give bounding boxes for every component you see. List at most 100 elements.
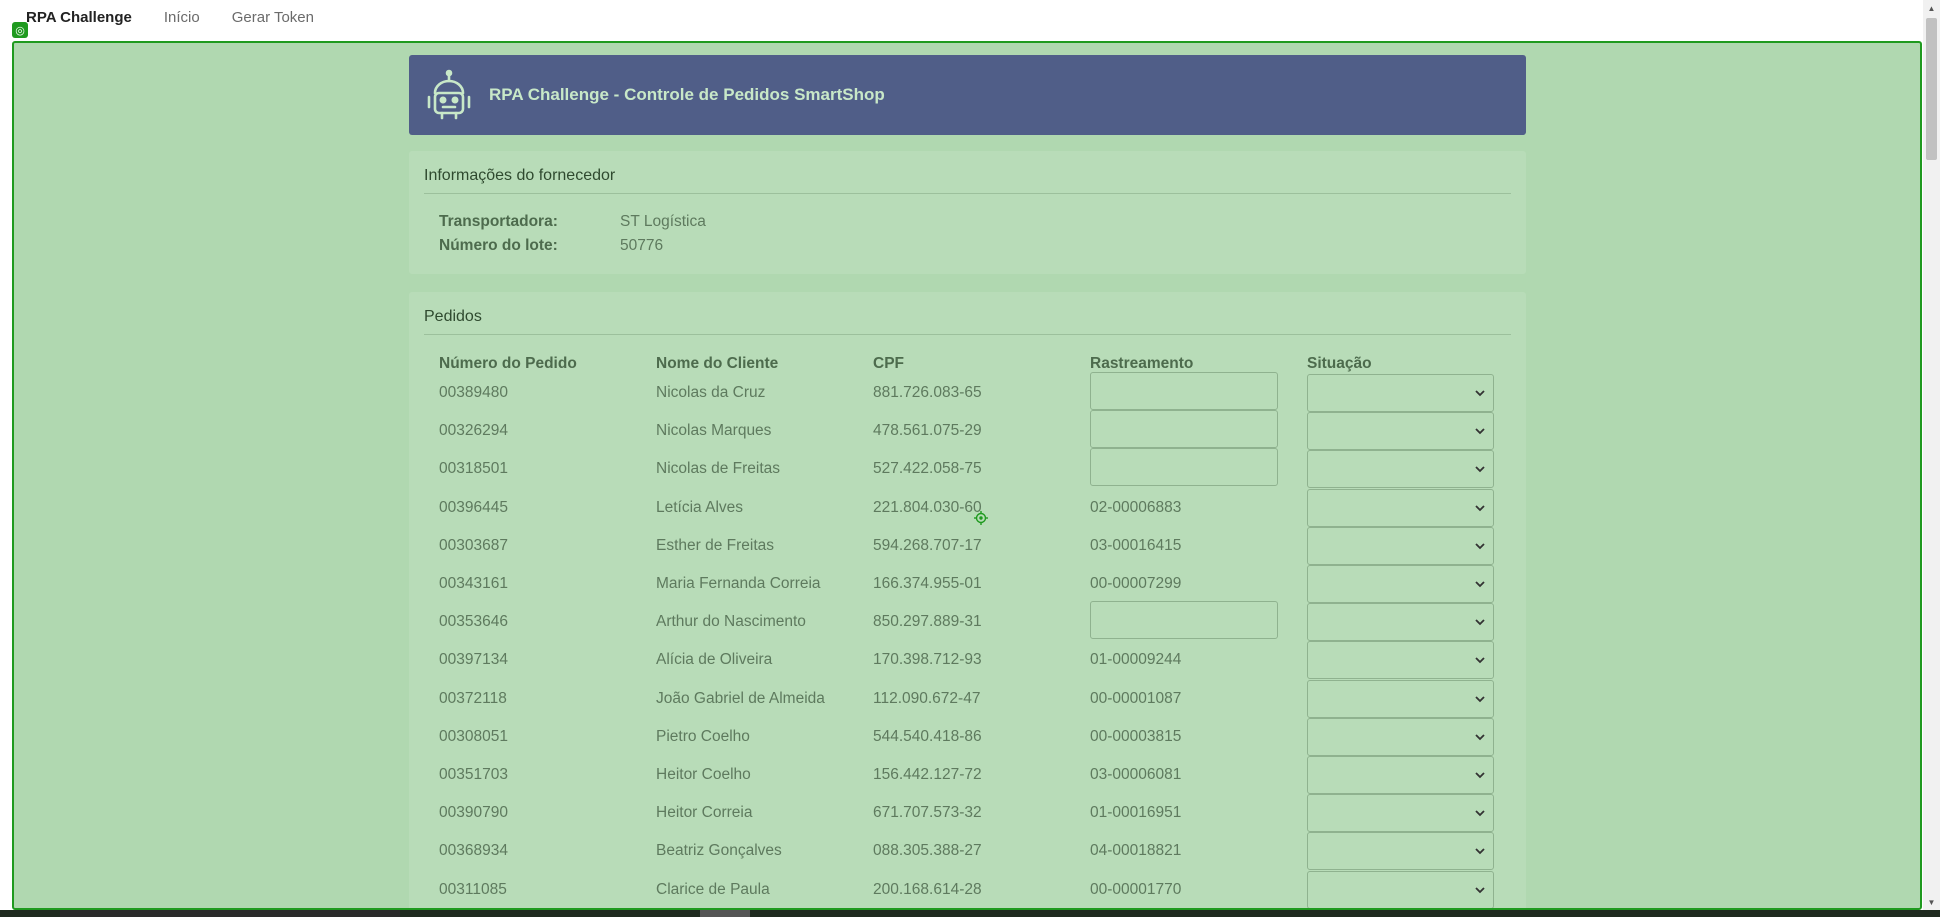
cpf-cell: 112.090.672-47	[873, 689, 981, 707]
tracking-cell: 00-00001770	[1090, 880, 1182, 898]
tracking-input[interactable]	[1090, 448, 1278, 487]
chevron-down-icon	[1475, 466, 1485, 473]
page-title: RPA Challenge - Controle de Pedidos Smar…	[489, 85, 885, 104]
cpf-cell: 544.540.418-86	[873, 727, 982, 745]
tracking-input[interactable]	[1090, 372, 1278, 410]
cpf-cell: 156.442.127-72	[873, 766, 982, 783]
status-select[interactable]	[1307, 832, 1494, 871]
status-select[interactable]	[1307, 488, 1494, 527]
chevron-down-icon	[1475, 390, 1485, 397]
cpf-cell: 170.398.712-93	[873, 651, 982, 669]
taskbar-segment	[60, 910, 400, 917]
chevron-down-icon	[1475, 772, 1485, 779]
taskbar-segment	[700, 910, 750, 917]
order-number-cell: 00326294	[439, 422, 508, 440]
tracking-input[interactable]	[1090, 601, 1278, 640]
col-header-tracking: Rastreamento	[1090, 355, 1194, 372]
tracking-cell: 03-00006081	[1090, 766, 1182, 783]
table-row: 00311085 Clarice de Paula 200.168.614-28 00…	[409, 870, 1526, 908]
supplier-card-title: Informações do fornecedor	[424, 167, 616, 184]
chevron-down-icon	[1475, 504, 1485, 511]
cpf-cell: 166.374.955-01	[873, 575, 982, 592]
tracking-cell: 01-00016951	[1090, 804, 1182, 822]
cpf-cell: 594.268.707-17	[873, 536, 982, 554]
order-number-cell: 00343161	[439, 575, 508, 592]
tracking-cell: 02-00006883	[1090, 498, 1182, 516]
nav-link-gerar-token[interactable]: Gerar Token	[232, 9, 314, 26]
batch-value: 50776	[620, 237, 664, 254]
customer-name-cell: Nicolas de Freitas	[656, 460, 781, 478]
chevron-down-icon	[1475, 848, 1485, 855]
customer-name-cell: João Gabriel de Almeida	[656, 689, 825, 707]
order-number-cell: 00353646	[439, 613, 508, 631]
status-select[interactable]	[1307, 794, 1494, 833]
cpf-cell: 478.561.075-29	[873, 422, 982, 440]
status-select[interactable]	[1307, 641, 1494, 680]
customer-name-cell: Heitor Coelho	[656, 766, 751, 783]
order-number-cell: 00368934	[439, 842, 508, 860]
customer-name-cell: Pietro Coelho	[656, 727, 750, 745]
chevron-down-icon	[1475, 543, 1485, 550]
status-select[interactable]	[1307, 565, 1494, 603]
customer-name-cell: Maria Fernanda Correia	[656, 575, 821, 592]
batch-label: Número do lote:	[439, 237, 558, 254]
cpf-cell: 221.804.030-60	[873, 498, 982, 516]
tracking-cell: 00-00001087	[1090, 689, 1182, 707]
status-select[interactable]	[1307, 756, 1494, 794]
status-select[interactable]	[1307, 526, 1494, 565]
order-number-cell: 00372118	[439, 689, 507, 707]
cpf-cell: 671.707.573-32	[873, 804, 982, 822]
status-select[interactable]	[1307, 717, 1494, 756]
order-number-cell: 00351703	[439, 766, 508, 783]
cpf-cell: 088.305.388-27	[873, 842, 982, 860]
tracking-input[interactable]	[1090, 410, 1278, 449]
divider	[424, 334, 1511, 335]
brand-link[interactable]: RPA Challenge	[26, 9, 132, 26]
cpf-cell: 527.422.058-75	[873, 460, 982, 478]
cpf-cell: 850.297.889-31	[873, 613, 982, 631]
scroll-down-icon[interactable]: ▼	[1923, 894, 1940, 910]
nav-link-inicio[interactable]: Início	[164, 9, 200, 26]
tracking-cell: 04-00018821	[1090, 842, 1182, 860]
tracking-cell: 01-00009244	[1090, 651, 1182, 669]
scroll-thumb[interactable]	[1926, 18, 1937, 160]
chevron-down-icon	[1475, 619, 1485, 626]
customer-name-cell: Arthur do Nascimento	[656, 613, 806, 631]
status-select[interactable]	[1307, 870, 1494, 908]
status-select[interactable]	[1307, 374, 1494, 412]
tracking-cell: 03-00016415	[1090, 536, 1182, 554]
col-header-order-number: Número do Pedido	[439, 355, 577, 372]
scroll-up-icon[interactable]: ▲	[1923, 0, 1940, 16]
status-select[interactable]	[1307, 450, 1494, 489]
carrier-value: ST Logística	[620, 213, 706, 230]
status-select[interactable]	[1307, 679, 1494, 718]
supplier-card: Informações do fornecedor Transportadora…	[409, 151, 1526, 274]
tracking-cell: 00-00003815	[1090, 727, 1182, 745]
page-scrollbar[interactable]: ▲ ▼	[1923, 0, 1940, 910]
status-select[interactable]	[1307, 603, 1494, 642]
top-navbar: RPA Challenge Início Gerar Token	[0, 0, 1923, 34]
customer-name-cell: Nicolas da Cruz	[656, 384, 766, 401]
order-number-cell: 00303687	[439, 536, 508, 554]
status-select[interactable]	[1307, 412, 1494, 451]
order-number-cell: 00396445	[439, 498, 508, 516]
divider	[424, 193, 1511, 194]
chevron-down-icon	[1475, 886, 1485, 893]
supplier-row-batch: Número do lote: 50776	[439, 237, 663, 255]
tracking-cell: 00-00007299	[1090, 575, 1182, 592]
col-header-customer-name: Nome do Cliente	[656, 355, 779, 372]
customer-name-cell: Letícia Alves	[656, 498, 744, 516]
customer-name-cell: Clarice de Paula	[656, 880, 770, 898]
order-number-cell: 00390790	[439, 804, 508, 822]
customer-name-cell: Beatriz Gonçalves	[656, 842, 782, 860]
os-taskbar	[0, 910, 1940, 917]
cpf-cell: 881.726.083-65	[873, 384, 982, 401]
cpf-cell: 200.168.614-28	[873, 880, 982, 898]
chevron-down-icon	[1475, 428, 1485, 435]
order-number-cell: 00318501	[439, 460, 508, 478]
order-number-cell: 00397134	[439, 651, 508, 669]
customer-name-cell: Nicolas Marques	[656, 422, 772, 440]
orders-card: Pedidos Número do Pedido Nome do Cliente…	[409, 292, 1526, 908]
order-number-cell: 00311085	[439, 880, 507, 898]
customer-name-cell: Heitor Correia	[656, 804, 753, 822]
